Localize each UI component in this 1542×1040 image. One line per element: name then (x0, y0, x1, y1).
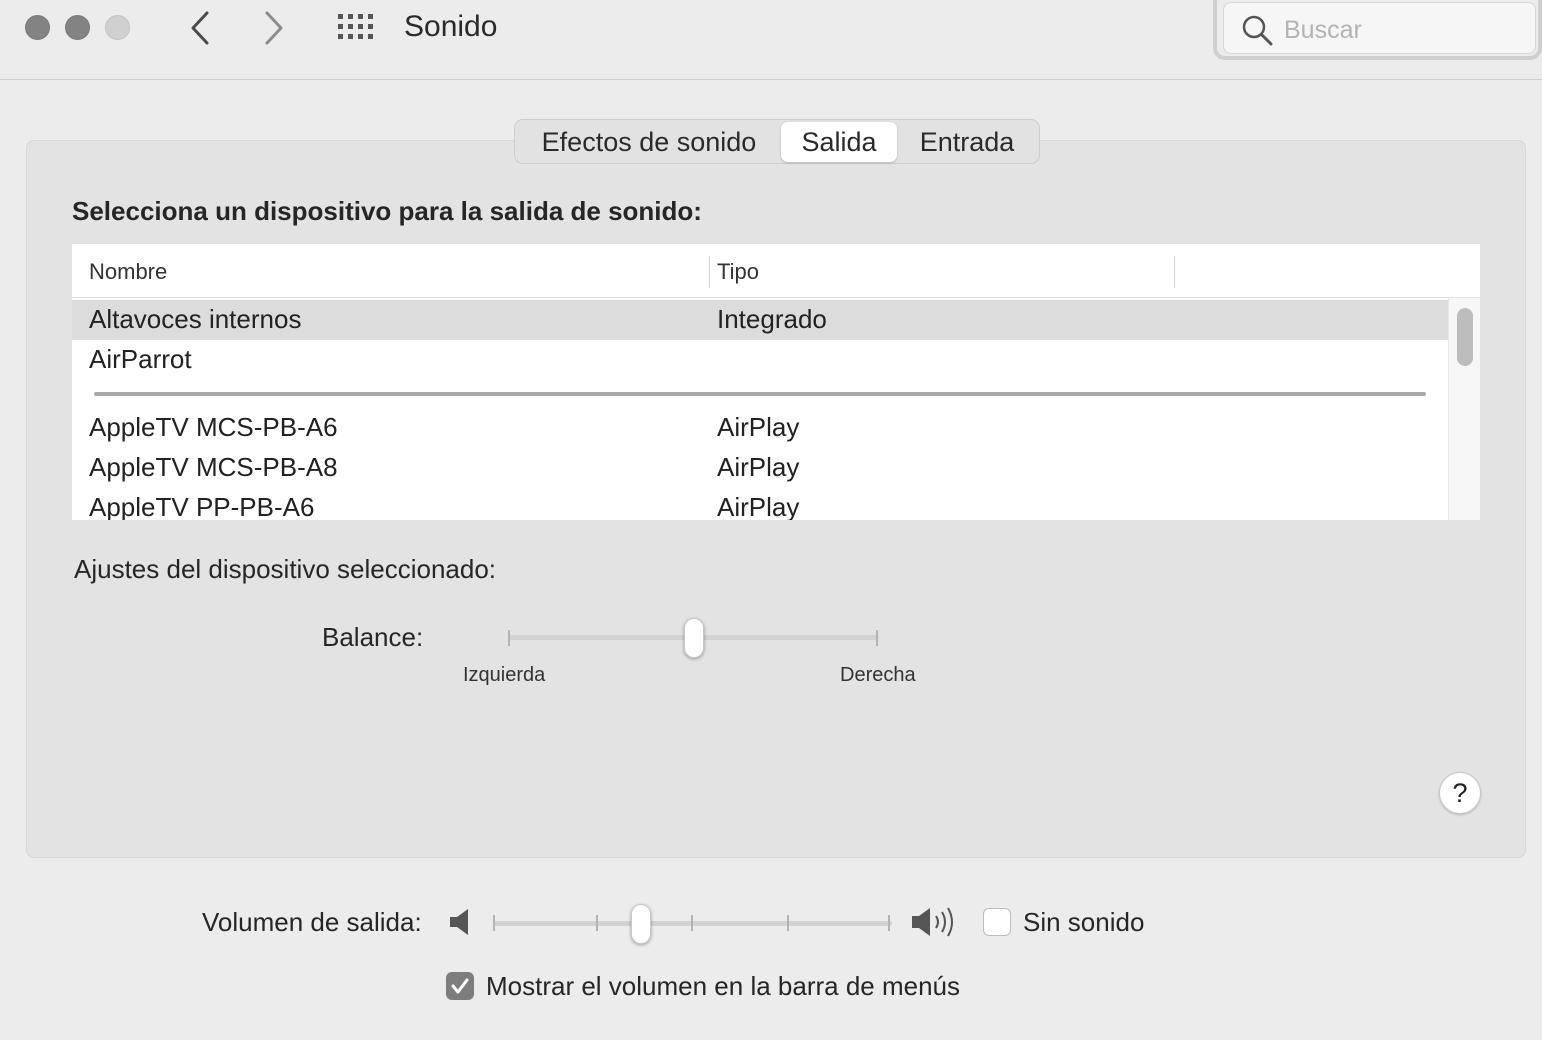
device-type: Integrado (717, 304, 827, 334)
balance-right-label: Derecha (840, 664, 916, 686)
checkmark-icon (451, 978, 469, 994)
show-all-button[interactable] (336, 10, 376, 46)
table-row[interactable]: AppleTV PP-PB-A6 AirPlay (72, 488, 1448, 520)
device-name: AppleTV PP-PB-A6 (89, 492, 315, 520)
column-divider (709, 256, 710, 288)
device-name: AirParrot (89, 344, 192, 374)
speaker-high-icon (912, 907, 953, 937)
output-device-table: Nombre Tipo Altavoces internos Integrado… (72, 244, 1480, 520)
balance-label: Balance: (322, 622, 424, 652)
device-name: AppleTV MCS-PB-A6 (89, 412, 338, 442)
tab-output[interactable]: Salida (781, 121, 897, 162)
volume-tick (787, 915, 789, 931)
window-title: Sonido (404, 10, 498, 43)
chevron-left-icon (191, 11, 209, 45)
mute-checkbox[interactable] (983, 908, 1011, 936)
close-window-button[interactable] (25, 15, 50, 40)
table-row[interactable]: AirParrot (72, 340, 1448, 380)
show-volume-in-menubar-checkbox[interactable] (446, 972, 474, 1000)
device-name: Altavoces internos (89, 304, 302, 334)
title-bar: Sonido (0, 0, 1542, 80)
back-button[interactable] (180, 8, 220, 48)
balance-tick (876, 630, 878, 646)
device-type: AirPlay (717, 412, 800, 442)
output-volume-label: Volumen de salida: (202, 907, 422, 937)
table-row[interactable]: Altavoces internos Integrado (72, 300, 1448, 340)
list-separator (94, 392, 1426, 396)
scrollbar-thumb[interactable] (1457, 308, 1473, 366)
tab-bar: Efectos de sonido Salida Entrada (514, 119, 1040, 164)
chevron-right-icon (265, 11, 283, 45)
volume-tick (596, 915, 598, 931)
table-row[interactable]: AppleTV MCS-PB-A8 AirPlay (72, 448, 1448, 488)
balance-left-label: Izquierda (463, 664, 546, 686)
volume-tick (691, 915, 693, 931)
volume-tick (493, 915, 495, 931)
tab-input[interactable]: Entrada (897, 122, 1037, 162)
mute-label[interactable]: Sin sonido (1023, 907, 1144, 938)
device-name: AppleTV MCS-PB-A8 (89, 452, 338, 482)
output-volume-slider-knob[interactable] (630, 904, 651, 944)
column-header-type[interactable]: Tipo (717, 259, 759, 285)
device-type: AirPlay (717, 452, 800, 482)
speaker-low-icon (450, 909, 468, 935)
table-header: Nombre Tipo (72, 244, 1480, 298)
tab-sound-effects[interactable]: Efectos de sonido (517, 122, 781, 162)
column-divider (1174, 256, 1175, 288)
device-settings-heading: Ajustes del dispositivo seleccionado: (74, 554, 497, 584)
search-input[interactable] (1284, 13, 1524, 47)
zoom-window-button[interactable] (105, 15, 130, 40)
volume-tick (888, 915, 890, 931)
column-header-name[interactable]: Nombre (89, 259, 167, 285)
search-field-inner (1223, 2, 1536, 54)
table-scrollbar[interactable] (1448, 298, 1480, 520)
help-button[interactable]: ? (1439, 772, 1481, 814)
show-volume-in-menubar-label[interactable]: Mostrar el volumen en la barra de menús (486, 971, 960, 1002)
balance-slider-knob[interactable] (684, 618, 704, 658)
output-device-heading: Selecciona un dispositivo para la salida… (72, 196, 702, 226)
balance-tick (508, 630, 510, 646)
search-field[interactable] (1213, 0, 1542, 60)
forward-button[interactable] (254, 8, 294, 48)
search-icon (1242, 15, 1273, 46)
table-row[interactable]: AppleTV MCS-PB-A6 AirPlay (72, 408, 1448, 448)
minimize-window-button[interactable] (65, 15, 90, 40)
grid-icon (338, 14, 373, 39)
device-type: AirPlay (717, 492, 800, 520)
